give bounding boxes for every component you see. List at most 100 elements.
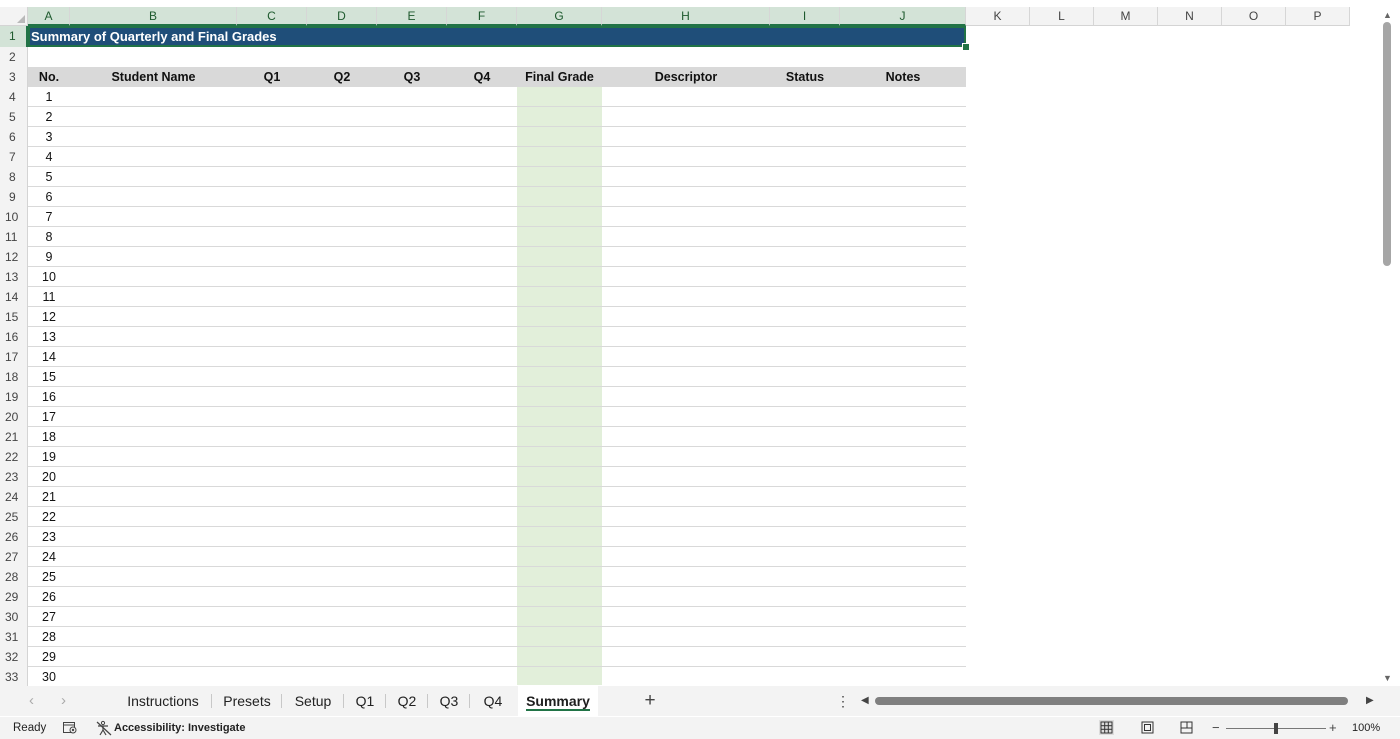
- student-number-cell[interactable]: 26: [28, 587, 70, 607]
- student-number-cell[interactable]: 24: [28, 547, 70, 567]
- row-header-29[interactable]: 29: [0, 587, 28, 607]
- page-break-preview-icon[interactable]: [1179, 720, 1194, 735]
- column-header-a[interactable]: A: [28, 7, 70, 26]
- student-number-cell[interactable]: 6: [28, 187, 70, 207]
- header-notes[interactable]: Notes: [840, 67, 966, 87]
- column-header-d[interactable]: D: [307, 7, 377, 26]
- row-header-16[interactable]: 16: [0, 327, 28, 347]
- student-number-cell[interactable]: 30: [28, 667, 70, 687]
- zoom-out-icon[interactable]: −: [1212, 717, 1220, 739]
- row-header-8[interactable]: 8: [0, 167, 28, 187]
- row-header-3[interactable]: 3: [0, 67, 28, 87]
- scroll-left-icon[interactable]: ◀: [861, 695, 869, 706]
- row-header-6[interactable]: 6: [0, 127, 28, 147]
- header-descriptor[interactable]: Descriptor: [602, 67, 770, 87]
- row-header-31[interactable]: 31: [0, 627, 28, 647]
- sheet-tab-presets[interactable]: Presets: [213, 686, 281, 716]
- column-header-p[interactable]: P: [1286, 7, 1350, 26]
- row-header-26[interactable]: 26: [0, 527, 28, 547]
- column-header-f[interactable]: F: [447, 7, 517, 26]
- plus-icon[interactable]: +: [640, 686, 660, 716]
- sheet-tab-q3[interactable]: Q3: [429, 686, 469, 716]
- student-number-cell[interactable]: 16: [28, 387, 70, 407]
- column-header-b[interactable]: B: [70, 7, 237, 26]
- fill-handle[interactable]: [962, 43, 970, 51]
- scroll-right-icon[interactable]: ▶: [1366, 695, 1374, 706]
- student-number-cell[interactable]: 9: [28, 247, 70, 267]
- student-number-cell[interactable]: 25: [28, 567, 70, 587]
- student-number-cell[interactable]: 13: [28, 327, 70, 347]
- row-header-11[interactable]: 11: [0, 227, 28, 247]
- row-header-7[interactable]: 7: [0, 147, 28, 167]
- sheet-tab-q1[interactable]: Q1: [345, 686, 385, 716]
- row-header-9[interactable]: 9: [0, 187, 28, 207]
- student-number-cell[interactable]: 21: [28, 487, 70, 507]
- more-dots-icon[interactable]: ⋮: [836, 686, 850, 716]
- student-number-cell[interactable]: 3: [28, 127, 70, 147]
- row-header-24[interactable]: 24: [0, 487, 28, 507]
- student-number-cell[interactable]: 28: [28, 627, 70, 647]
- student-number-cell[interactable]: 7: [28, 207, 70, 227]
- student-number-cell[interactable]: 23: [28, 527, 70, 547]
- row-header-30[interactable]: 30: [0, 607, 28, 627]
- sheet-tab-summary[interactable]: Summary: [518, 686, 598, 716]
- header-q4[interactable]: Q4: [447, 67, 517, 87]
- row-header-20[interactable]: 20: [0, 407, 28, 427]
- student-number-cell[interactable]: 11: [28, 287, 70, 307]
- normal-view-icon[interactable]: [1099, 720, 1114, 735]
- student-number-cell[interactable]: 12: [28, 307, 70, 327]
- header-no[interactable]: No.: [28, 67, 70, 87]
- sheet-title-cell[interactable]: Summary of Quarterly and Final Grades: [28, 26, 966, 47]
- column-header-n[interactable]: N: [1158, 7, 1222, 26]
- row-header-22[interactable]: 22: [0, 447, 28, 467]
- column-header-o[interactable]: O: [1222, 7, 1286, 26]
- row-header-28[interactable]: 28: [0, 567, 28, 587]
- column-header-h[interactable]: H: [602, 7, 770, 26]
- row-header-27[interactable]: 27: [0, 547, 28, 567]
- student-number-cell[interactable]: 27: [28, 607, 70, 627]
- header-q2[interactable]: Q2: [307, 67, 377, 87]
- row-header-1[interactable]: 1: [0, 26, 28, 47]
- student-number-cell[interactable]: 18: [28, 427, 70, 447]
- header-q1[interactable]: Q1: [237, 67, 307, 87]
- header-status[interactable]: Status: [770, 67, 840, 87]
- scroll-up-icon[interactable]: ▲: [1383, 10, 1392, 20]
- scroll-down-icon[interactable]: ▼: [1383, 673, 1392, 683]
- horizontal-scroll-thumb[interactable]: [875, 697, 1348, 705]
- student-number-cell[interactable]: 4: [28, 147, 70, 167]
- accessibility-status[interactable]: Accessibility: Investigate: [114, 717, 245, 739]
- column-header-c[interactable]: C: [237, 7, 307, 26]
- sheet-tab-q4[interactable]: Q4: [472, 686, 514, 716]
- row-header-23[interactable]: 23: [0, 467, 28, 487]
- sheet-tab-setup[interactable]: Setup: [283, 686, 343, 716]
- vertical-scroll-thumb[interactable]: [1383, 22, 1391, 266]
- header-final-grade[interactable]: Final Grade: [517, 67, 602, 87]
- student-number-cell[interactable]: 5: [28, 167, 70, 187]
- student-number-cell[interactable]: 29: [28, 647, 70, 667]
- page-layout-icon[interactable]: [1140, 720, 1155, 735]
- accessibility-icon[interactable]: [96, 720, 112, 736]
- column-header-m[interactable]: M: [1094, 7, 1158, 26]
- student-number-cell[interactable]: 22: [28, 507, 70, 527]
- row-header-13[interactable]: 13: [0, 267, 28, 287]
- row-header-33[interactable]: 33: [0, 667, 28, 687]
- student-number-cell[interactable]: 20: [28, 467, 70, 487]
- student-number-cell[interactable]: 14: [28, 347, 70, 367]
- zoom-level[interactable]: 100%: [1352, 717, 1380, 739]
- row-header-14[interactable]: 14: [0, 287, 28, 307]
- row-header-12[interactable]: 12: [0, 247, 28, 267]
- column-header-i[interactable]: I: [770, 7, 840, 26]
- row-header-18[interactable]: 18: [0, 367, 28, 387]
- student-number-cell[interactable]: 8: [28, 227, 70, 247]
- zoom-in-icon[interactable]: +: [1329, 717, 1337, 739]
- column-header-e[interactable]: E: [377, 7, 447, 26]
- column-header-l[interactable]: L: [1030, 7, 1094, 26]
- student-number-cell[interactable]: 10: [28, 267, 70, 287]
- row-header-19[interactable]: 19: [0, 387, 28, 407]
- column-header-g[interactable]: G: [517, 7, 602, 26]
- student-number-cell[interactable]: 17: [28, 407, 70, 427]
- zoom-slider-thumb[interactable]: [1274, 723, 1278, 734]
- student-number-cell[interactable]: 15: [28, 367, 70, 387]
- row-header-4[interactable]: 4: [0, 87, 28, 107]
- row-header-2[interactable]: 2: [0, 47, 28, 67]
